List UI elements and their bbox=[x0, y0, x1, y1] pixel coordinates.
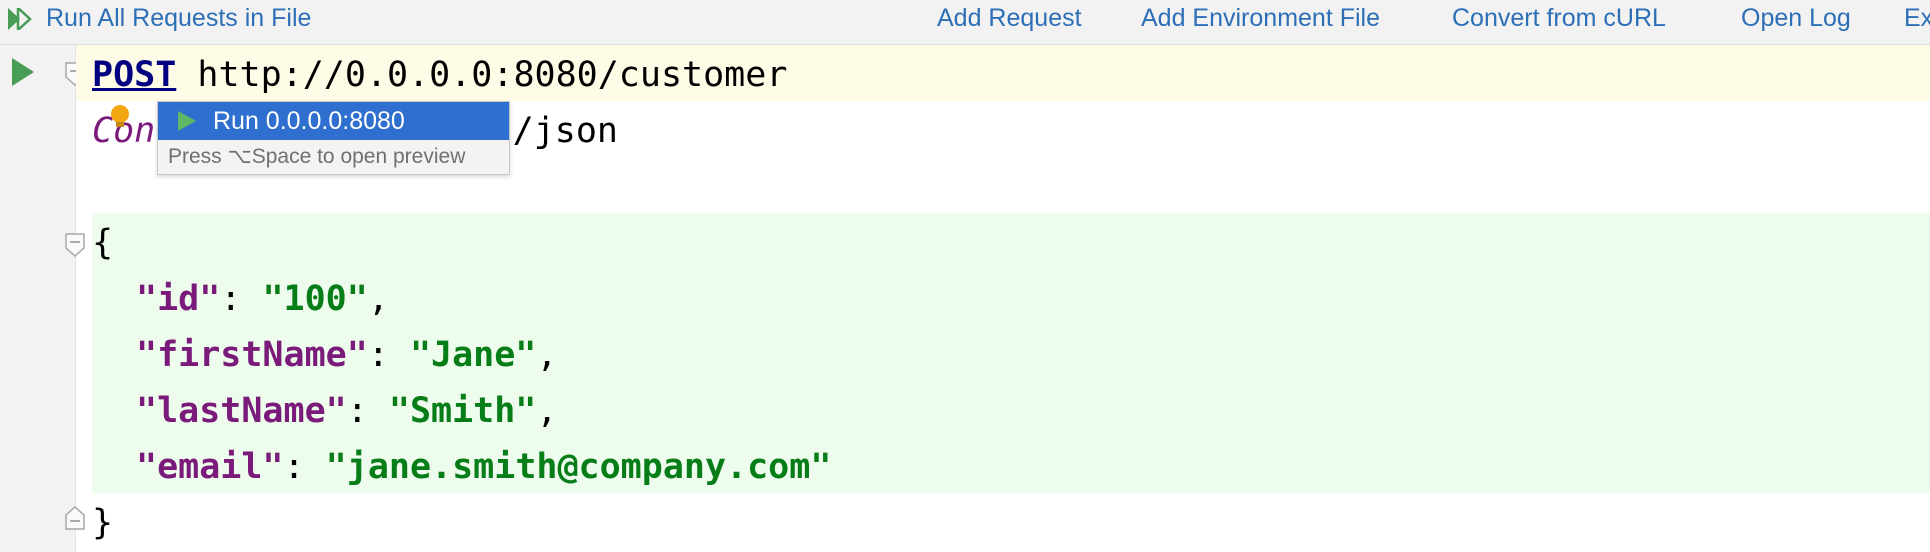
json-value: "Smith" bbox=[388, 391, 537, 431]
json-line-email[interactable]: "email": "jane.smith@company.com" bbox=[92, 439, 831, 495]
run-popup: Run 0.0.0.0:8080 Press ⌥Space to open pr… bbox=[157, 101, 510, 175]
json-comma: , bbox=[536, 335, 558, 375]
run-icon bbox=[178, 111, 196, 131]
json-key: "lastName" bbox=[136, 391, 347, 431]
json-open-brace: { bbox=[92, 223, 114, 263]
popup-hint: Press ⌥Space to open preview bbox=[168, 145, 466, 168]
run-host-label: Run 0.0.0.0:8080 bbox=[213, 107, 405, 135]
json-colon: : bbox=[220, 279, 263, 319]
run-icon[interactable] bbox=[12, 58, 34, 86]
json-value: "Jane" bbox=[409, 335, 537, 375]
add-request-button[interactable]: Add Request bbox=[937, 0, 1082, 36]
json-colon: : bbox=[367, 335, 410, 375]
http-client-toolbar: Run All Requests in File Add Request Add… bbox=[0, 0, 1930, 45]
json-value: "100" bbox=[262, 279, 368, 319]
add-environment-file-button[interactable]: Add Environment File bbox=[1141, 0, 1380, 36]
json-colon: : bbox=[346, 391, 389, 431]
json-key: "firstName" bbox=[136, 335, 368, 375]
json-line-id[interactable]: "id": "100", bbox=[92, 271, 389, 327]
json-close-brace: } bbox=[92, 503, 114, 543]
run-all-icon[interactable] bbox=[8, 8, 38, 30]
json-key: "email" bbox=[136, 447, 284, 487]
json-comma: , bbox=[536, 391, 558, 431]
json-comma: , bbox=[367, 279, 389, 319]
http-method[interactable]: POST bbox=[92, 55, 176, 95]
json-line-lastname[interactable]: "lastName": "Smith", bbox=[92, 383, 557, 439]
convert-from-curl-button[interactable]: Convert from cURL bbox=[1452, 0, 1666, 36]
editor-gutter bbox=[0, 45, 76, 552]
run-all-requests-button[interactable]: Run All Requests in File bbox=[46, 0, 311, 36]
examples-button[interactable]: Ex bbox=[1904, 0, 1930, 36]
json-colon: : bbox=[283, 447, 326, 487]
fold-marker-icon[interactable] bbox=[64, 233, 86, 257]
request-url[interactable]: http://0.0.0.0:8080/customer bbox=[197, 55, 787, 95]
open-log-button[interactable]: Open Log bbox=[1741, 0, 1851, 36]
fold-marker-icon[interactable] bbox=[64, 506, 86, 530]
json-line-firstname[interactable]: "firstName": "Jane", bbox=[92, 327, 557, 383]
json-key: "id" bbox=[136, 279, 221, 319]
intention-bulb-icon[interactable] bbox=[109, 104, 131, 132]
json-value: "jane.smith@company.com" bbox=[325, 447, 832, 487]
request-line[interactable]: POST http://0.0.0.0:8080/customer bbox=[92, 47, 787, 103]
run-host-menu-item[interactable]: Run 0.0.0.0:8080 bbox=[158, 102, 509, 140]
